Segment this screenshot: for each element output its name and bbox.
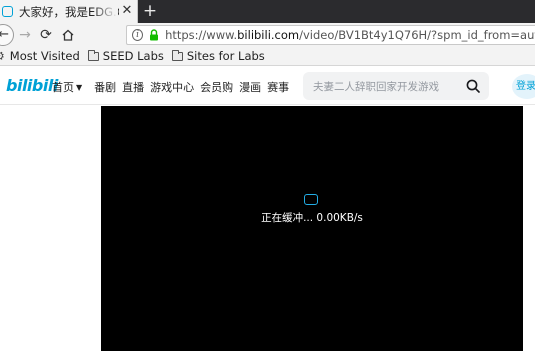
reload-button[interactable]: ⟳: [39, 26, 53, 44]
folder-icon: [171, 49, 183, 61]
nav-esports[interactable]: 赛事: [267, 79, 289, 95]
info-icon[interactable]: i: [132, 29, 144, 41]
nav-home-label: 首页: [52, 81, 74, 94]
nav-live[interactable]: 直播: [122, 79, 144, 95]
back-button[interactable]: ←: [0, 24, 14, 46]
tab-title-fade: [92, 0, 118, 23]
buffering-status: 正在缓冲... 0.00KB/s: [261, 212, 363, 224]
bookmark-label: Most Visited: [9, 49, 80, 63]
browser-tab[interactable]: 大家好，我是EDG.Clearlove ✕: [0, 0, 138, 23]
site-nav: 首页 ▼ 番剧 直播 游戏中心 会员购 漫画 赛事: [52, 79, 295, 95]
url-path: /video/BV1Bt4y1Q76H/?spm_id_from=autoNex…: [299, 28, 535, 42]
lock-icon[interactable]: [149, 29, 159, 41]
nav-game-center[interactable]: 游戏中心: [150, 79, 194, 95]
url-domain: bilibili.com: [237, 28, 300, 42]
folder-icon: [87, 49, 99, 61]
tv-loading-icon: [304, 194, 318, 205]
search-icon[interactable]: [466, 79, 480, 93]
chevron-down-icon: ▼: [76, 82, 83, 92]
url-text: https://www.bilibili.com/video/BV1Bt4y1Q…: [165, 28, 535, 42]
nav-bangumi[interactable]: 番剧: [94, 79, 116, 95]
nav-home[interactable]: 首页 ▼: [52, 79, 82, 95]
close-icon[interactable]: ✕: [120, 4, 134, 18]
search-input[interactable]: 夫妻二人辞职回家开发游戏: [303, 72, 489, 100]
bilibili-logo[interactable]: bilibili: [6, 76, 58, 95]
nav-mall[interactable]: 会员购: [200, 79, 233, 95]
bookmark-label: Sites for Labs: [186, 49, 265, 63]
bookmark-label: SEED Labs: [102, 49, 164, 63]
home-icon[interactable]: [61, 26, 75, 44]
new-tab-button[interactable]: +: [142, 2, 158, 20]
bookmark-most-visited[interactable]: ⚙ Most Visited: [0, 49, 80, 63]
navigation-toolbar: ← → ⟳ i https://www.bilibili.com/video/B…: [0, 23, 535, 47]
url-bar[interactable]: i https://www.bilibili.com/video/BV1Bt4y…: [126, 25, 535, 45]
forward-button[interactable]: →: [18, 26, 32, 44]
bookmark-sites-for-labs[interactable]: Sites for Labs: [171, 49, 265, 63]
nav-manga[interactable]: 漫画: [239, 79, 261, 95]
search-placeholder: 夫妻二人辞职回家开发游戏: [313, 80, 439, 93]
video-player[interactable]: 正在缓冲... 0.00KB/s: [101, 106, 523, 351]
url-prefix: https://www.: [165, 28, 238, 42]
login-button[interactable]: 登录: [512, 74, 535, 99]
bilibili-favicon-icon: [2, 6, 13, 17]
bookmark-seed-labs[interactable]: SEED Labs: [87, 49, 164, 63]
site-header: bilibili 首页 ▼ 番剧 直播 游戏中心 会员购 漫画 赛事 夫妻二人辞…: [0, 67, 535, 105]
bookmarks-bar: ⚙ Most Visited SEED Labs Sites for Labs: [0, 47, 535, 66]
tab-strip: 大家好，我是EDG.Clearlove ✕ +: [0, 0, 535, 23]
gear-icon: ⚙: [0, 49, 5, 63]
